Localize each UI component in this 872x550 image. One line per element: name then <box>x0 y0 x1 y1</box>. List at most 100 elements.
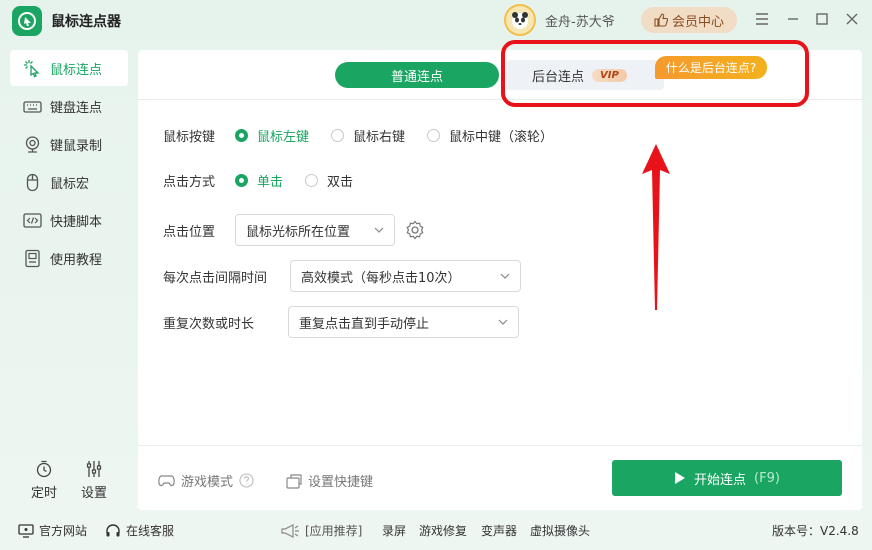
recommend-link-voice-changer[interactable]: 变声器 <box>481 522 517 539</box>
mouse-button-label: 鼠标按键 <box>163 130 216 145</box>
click-mode-label: 点击方式 <box>163 175 216 190</box>
radio-middle-button[interactable]: 鼠标中键（滚轮） <box>427 126 553 145</box>
megaphone-icon <box>281 523 299 538</box>
panel-footer: 游戏模式 设置快捷键 开始连点 (F9) <box>138 445 862 510</box>
thumbs-up-icon <box>654 13 668 27</box>
timer-button[interactable]: 定时 <box>24 460 64 501</box>
game-mode-toggle[interactable]: 游戏模式 <box>158 471 254 490</box>
app-window: 鼠标连点器 金舟-苏大爷 会员中心 鼠标连点 键盘连点 键鼠录制 鼠标宏 快捷脚… <box>0 0 872 550</box>
repeat-row: 重复次数或时长 重复点击直到手动停止 <box>163 306 519 338</box>
gear-icon[interactable] <box>405 220 425 240</box>
gamepad-icon <box>158 474 175 486</box>
mouse-icon <box>26 173 39 191</box>
chevron-down-icon <box>498 319 508 325</box>
clock-icon <box>36 460 52 478</box>
interval-row: 每次点击间隔时间 高效模式（每秒点击10次） <box>163 260 521 292</box>
sidebar-item-mouse-macro[interactable]: 鼠标宏 <box>10 164 128 200</box>
main-panel: 普通连点 后台连点 VIP 什么是后台连点? 鼠标按键 鼠标左键 鼠标右键 鼠标… <box>138 50 862 510</box>
interval-label: 每次点击间隔时间 <box>163 270 268 286</box>
code-icon <box>23 212 42 228</box>
click-position-row: 点击位置 鼠标光标所在位置 <box>163 214 425 246</box>
app-logo-icon <box>12 6 42 36</box>
start-label: 开始连点 <box>694 472 747 488</box>
tab-normal-click[interactable]: 普通连点 <box>335 62 499 88</box>
vip-badge: VIP <box>592 68 627 82</box>
recommend-section: [应用推荐] <box>280 522 362 539</box>
sidebar-item-label: 键盘连点 <box>50 100 103 116</box>
username[interactable]: 金舟-苏大爷 <box>545 11 615 30</box>
sliders-icon <box>86 461 102 477</box>
repeat-value: 重复点击直到手动停止 <box>299 316 430 332</box>
webcam-icon <box>25 135 40 153</box>
maximize-icon[interactable] <box>813 10 831 28</box>
click-position-select[interactable]: 鼠标光标所在位置 <box>235 214 395 246</box>
click-mode-row: 点击方式 单击 双击 <box>163 171 375 190</box>
radio-dot <box>427 129 441 142</box>
vip-center-label: 会员中心 <box>671 14 724 30</box>
sidebar-item-label: 鼠标连点 <box>50 62 103 78</box>
set-hotkey-link[interactable]: 设置快捷键 <box>286 471 373 490</box>
vip-center-button[interactable]: 会员中心 <box>641 7 737 33</box>
sidebar-item-script[interactable]: 快捷脚本 <box>10 202 128 238</box>
mouse-button-row: 鼠标按键 鼠标左键 鼠标右键 鼠标中键（滚轮） <box>163 126 575 145</box>
sidebar-item-mouse-click[interactable]: 鼠标连点 <box>10 50 128 86</box>
sidebar-item-label: 使用教程 <box>50 252 103 268</box>
sidebar-item-keyboard-click[interactable]: 键盘连点 <box>10 88 128 124</box>
chevron-down-icon <box>374 227 384 233</box>
interval-select[interactable]: 高效模式（每秒点击10次） <box>290 260 521 292</box>
help-icon[interactable] <box>239 473 254 488</box>
chevron-down-icon <box>500 273 510 279</box>
online-service-link[interactable]: 在线客服 <box>105 522 174 539</box>
cursor-click-icon <box>24 59 40 77</box>
keyboard-icon <box>23 100 42 113</box>
sidebar-item-label: 键鼠录制 <box>50 138 103 154</box>
recommend-link-virtual-camera[interactable]: 虚拟摄像头 <box>530 522 590 539</box>
radio-double-click[interactable]: 双击 <box>305 171 353 190</box>
radio-single-click[interactable]: 单击 <box>235 171 283 190</box>
version-label: 版本号：V2.4.8 <box>772 524 859 538</box>
repeat-select[interactable]: 重复点击直到手动停止 <box>288 306 519 338</box>
recommend-link-screen-record[interactable]: 录屏 <box>382 522 406 539</box>
recommend-label: [应用推荐] <box>305 524 363 538</box>
close-icon[interactable] <box>843 10 861 28</box>
minimize-icon[interactable] <box>784 10 802 28</box>
timer-label: 定时 <box>30 486 57 501</box>
official-site-label: 官方网站 <box>39 524 88 538</box>
menu-icon[interactable] <box>753 10 771 28</box>
sidebar-item-label: 鼠标宏 <box>50 176 90 192</box>
title-bar: 鼠标连点器 金舟-苏大爷 会员中心 <box>0 0 872 42</box>
click-position-value: 鼠标光标所在位置 <box>246 224 351 240</box>
recommend-link-game-repair[interactable]: 游戏修复 <box>419 522 467 539</box>
settings-button[interactable]: 设置 <box>74 460 114 501</box>
headset-icon <box>106 523 120 536</box>
repeat-label: 重复次数或时长 <box>163 316 255 332</box>
play-icon <box>675 472 686 484</box>
interval-value: 高效模式（每秒点击10次） <box>301 270 461 286</box>
settings-label: 设置 <box>80 486 107 501</box>
sidebar-item-record[interactable]: 键鼠录制 <box>10 126 128 162</box>
radio-left-button[interactable]: 鼠标左键 <box>235 126 309 145</box>
radio-right-button[interactable]: 鼠标右键 <box>331 126 405 145</box>
status-bar: 官方网站 在线客服 [应用推荐] 录屏 游戏修复 变声器 虚拟摄像头 版本号：V… <box>0 512 872 550</box>
monitor-icon <box>18 523 34 538</box>
radio-dot <box>331 129 345 142</box>
sidebar: 鼠标连点 键盘连点 键鼠录制 鼠标宏 快捷脚本 使用教程 定时 设置 <box>0 42 138 512</box>
sidebar-item-tutorial[interactable]: 使用教程 <box>10 240 128 276</box>
tab-background-label: 后台连点 <box>532 69 585 85</box>
app-title: 鼠标连点器 <box>51 14 121 30</box>
start-hotkey: (F9) <box>754 470 780 486</box>
radio-dot <box>235 174 248 187</box>
hotkey-icon <box>286 473 302 489</box>
tab-background-click[interactable]: 后台连点 VIP <box>506 60 664 90</box>
radio-dot <box>305 174 319 187</box>
whatis-background-bubble[interactable]: 什么是后台连点? <box>655 56 767 79</box>
avatar[interactable] <box>504 4 536 36</box>
sidebar-item-label: 快捷脚本 <box>50 214 103 230</box>
radio-dot <box>235 129 248 142</box>
tab-bar: 普通连点 后台连点 VIP 什么是后台连点? <box>138 50 862 100</box>
click-position-label: 点击位置 <box>163 224 216 240</box>
online-service-label: 在线客服 <box>126 524 175 538</box>
tutorial-icon <box>25 249 40 267</box>
official-site-link[interactable]: 官方网站 <box>18 522 87 539</box>
start-click-button[interactable]: 开始连点 (F9) <box>612 460 842 496</box>
